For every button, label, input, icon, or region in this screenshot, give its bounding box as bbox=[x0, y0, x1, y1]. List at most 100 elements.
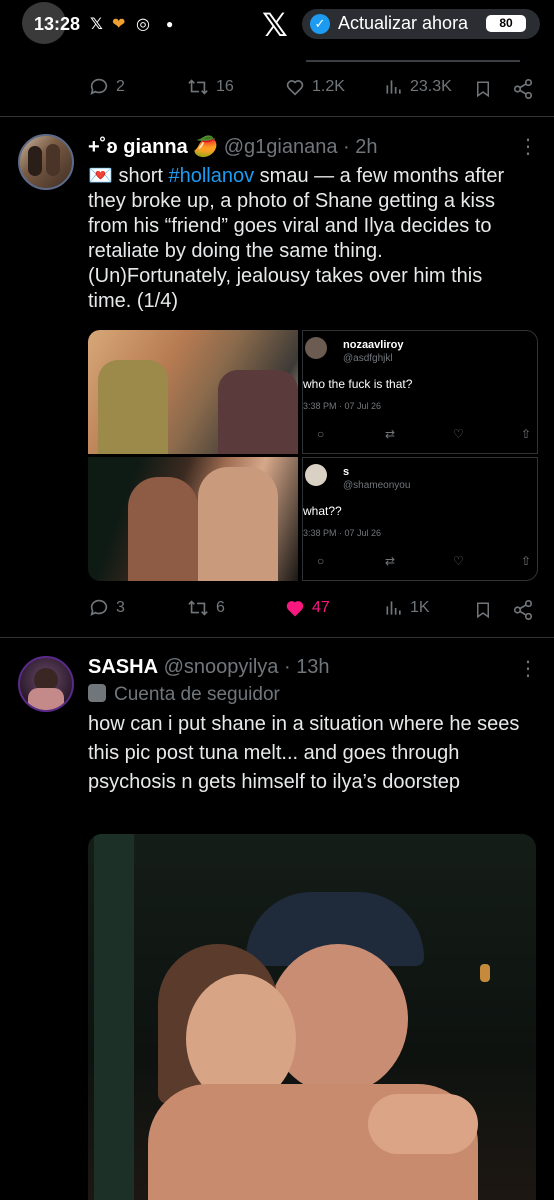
text-part: short bbox=[112, 165, 169, 187]
share-icon[interactable] bbox=[512, 599, 534, 621]
retweet-icon: ⇄ bbox=[385, 554, 396, 568]
share-icon: ⇧ bbox=[521, 427, 532, 441]
display-name[interactable]: SASHA bbox=[88, 656, 158, 678]
embedded-handle: @shameonyou bbox=[343, 480, 411, 491]
divider bbox=[0, 116, 554, 117]
tweet3-header: SASHA @snoopyilya · 13h bbox=[88, 656, 330, 679]
reply-icon bbox=[90, 599, 108, 616]
reply-icon: ○ bbox=[317, 427, 325, 441]
tweet3-text: how can i put shane in a situation where… bbox=[88, 713, 520, 793]
tweet3-photo[interactable] bbox=[88, 834, 536, 1200]
photo-shape bbox=[128, 477, 198, 581]
heart-icon: ♡ bbox=[453, 554, 464, 568]
avatar-gianna[interactable] bbox=[18, 134, 74, 190]
reply-count: 3 bbox=[116, 599, 125, 616]
like-count: 1.2K bbox=[312, 78, 345, 95]
whatsapp-icon: ◎ bbox=[136, 16, 150, 33]
account-label-row: Cuenta de seguidor bbox=[88, 684, 280, 706]
tweet1-views-button[interactable]: 23.3K bbox=[384, 76, 452, 98]
status-bar: 13:28 𝕏 ❤ ◎ ● 𝕏 ✓ Actualizar ahora 80 bbox=[0, 0, 554, 50]
photo-shape bbox=[98, 360, 168, 454]
photo-shape bbox=[218, 370, 298, 454]
heart-icon bbox=[286, 80, 304, 96]
tweet2-like-button[interactable]: 47 bbox=[284, 597, 330, 619]
heart-icon: ♡ bbox=[453, 427, 464, 441]
retweet-icon bbox=[188, 79, 208, 95]
retweet-icon bbox=[188, 600, 208, 616]
photo-hand bbox=[368, 1094, 478, 1154]
tweet1-retweet-button[interactable]: 16 bbox=[186, 76, 234, 98]
retweet-count: 16 bbox=[216, 78, 234, 95]
handle[interactable]: @g1gianana bbox=[224, 136, 338, 158]
status-time: 13:28 bbox=[34, 14, 81, 34]
views-count: 1K bbox=[410, 599, 430, 616]
embedded-timestamp: 3:38 PM · 07 Jul 26 bbox=[303, 528, 382, 538]
avatar-figure bbox=[28, 146, 42, 176]
timestamp[interactable]: 13h bbox=[296, 656, 329, 678]
update-pill[interactable]: ✓ Actualizar ahora 80 bbox=[302, 9, 540, 39]
tweet2-retweet-button[interactable]: 6 bbox=[186, 597, 225, 619]
photo-light bbox=[480, 964, 490, 982]
photo-tile-2[interactable] bbox=[88, 457, 298, 581]
reply-icon bbox=[90, 78, 108, 95]
embedded-avatar bbox=[305, 337, 327, 359]
bookmark-icon[interactable] bbox=[474, 78, 492, 100]
avatar-sasha[interactable] bbox=[18, 656, 74, 712]
love-letter-emoji: 💌 bbox=[88, 165, 113, 187]
divider bbox=[0, 637, 554, 638]
tweet2-header: +˚ʚ gianna 🥭 @g1gianana · 2h bbox=[88, 134, 378, 159]
photo-shape bbox=[198, 467, 278, 581]
x-logo-icon[interactable]: 𝕏 bbox=[262, 6, 288, 44]
embedded-tweet-1[interactable]: nozaavliroy @asdfghjkl who the fuck is t… bbox=[302, 330, 538, 454]
avatar-figure bbox=[46, 144, 60, 176]
views-icon bbox=[386, 80, 401, 94]
timestamp[interactable]: 2h bbox=[355, 136, 377, 158]
retweet-icon: ⇄ bbox=[385, 427, 396, 441]
account-label: Cuenta de seguidor bbox=[114, 684, 280, 705]
battery-indicator: 80 bbox=[486, 15, 526, 32]
photo-door bbox=[94, 834, 134, 1200]
more-options-icon[interactable]: ⋮ bbox=[518, 134, 538, 159]
retweet-count: 6 bbox=[216, 599, 225, 616]
hashtag-link[interactable]: #hollanov bbox=[168, 165, 254, 187]
reply-count: 2 bbox=[116, 78, 125, 95]
embedded-avatar bbox=[305, 464, 327, 486]
scroll-indicator bbox=[306, 60, 520, 62]
x-app-icon: 𝕏 bbox=[90, 16, 103, 33]
tweet2-actions: 3 6 47 1K bbox=[0, 597, 554, 627]
avatar-figure bbox=[28, 688, 64, 710]
embedded-handle: @asdfghjkl bbox=[343, 353, 393, 364]
embedded-user: s bbox=[343, 466, 350, 478]
verified-check-icon: ✓ bbox=[310, 14, 330, 34]
views-count: 23.3K bbox=[410, 78, 452, 95]
tweet2-text: 💌 short #hollanov smau — a few months af… bbox=[88, 164, 528, 314]
reply-icon: ○ bbox=[317, 554, 325, 568]
handle[interactable]: @snoopyilya bbox=[164, 656, 279, 678]
heart-filled-icon bbox=[286, 601, 304, 617]
dot-separator: · bbox=[283, 656, 291, 678]
text-part: smau — a few months after they broke up,… bbox=[88, 165, 505, 312]
share-icon[interactable] bbox=[512, 78, 534, 100]
embedded-timestamp: 3:38 PM · 07 Jul 26 bbox=[303, 401, 382, 411]
tweet1-reply-button[interactable]: 2 bbox=[88, 76, 125, 98]
heart-app-icon: ❤ bbox=[112, 16, 126, 33]
tweet2-reply-button[interactable]: 3 bbox=[88, 597, 125, 619]
embedded-tweet-2[interactable]: s @shameonyou what?? 3:38 PM · 07 Jul 26… bbox=[302, 457, 538, 581]
bookmark-icon[interactable] bbox=[474, 599, 492, 621]
views-icon bbox=[386, 601, 401, 615]
share-icon: ⇧ bbox=[521, 554, 532, 568]
mask-icon bbox=[88, 684, 106, 702]
more-options-icon[interactable]: ⋮ bbox=[518, 656, 538, 681]
tweet1-actions: 2 16 1.2K 23.3K bbox=[0, 76, 554, 106]
display-name[interactable]: +˚ʚ gianna 🥭 bbox=[88, 136, 218, 158]
like-count: 47 bbox=[312, 599, 330, 616]
photo-tile-1[interactable] bbox=[88, 330, 298, 454]
update-text: Actualizar ahora bbox=[338, 13, 469, 33]
dot-icon: ● bbox=[166, 17, 174, 31]
tweet2-views-button[interactable]: 1K bbox=[384, 597, 430, 619]
dot-separator: · bbox=[343, 136, 350, 158]
embedded-text: what?? bbox=[303, 504, 342, 518]
tweet1-like-button[interactable]: 1.2K bbox=[284, 76, 345, 98]
embedded-text: who the fuck is that? bbox=[303, 377, 413, 391]
embedded-user: nozaavliroy bbox=[343, 339, 404, 351]
